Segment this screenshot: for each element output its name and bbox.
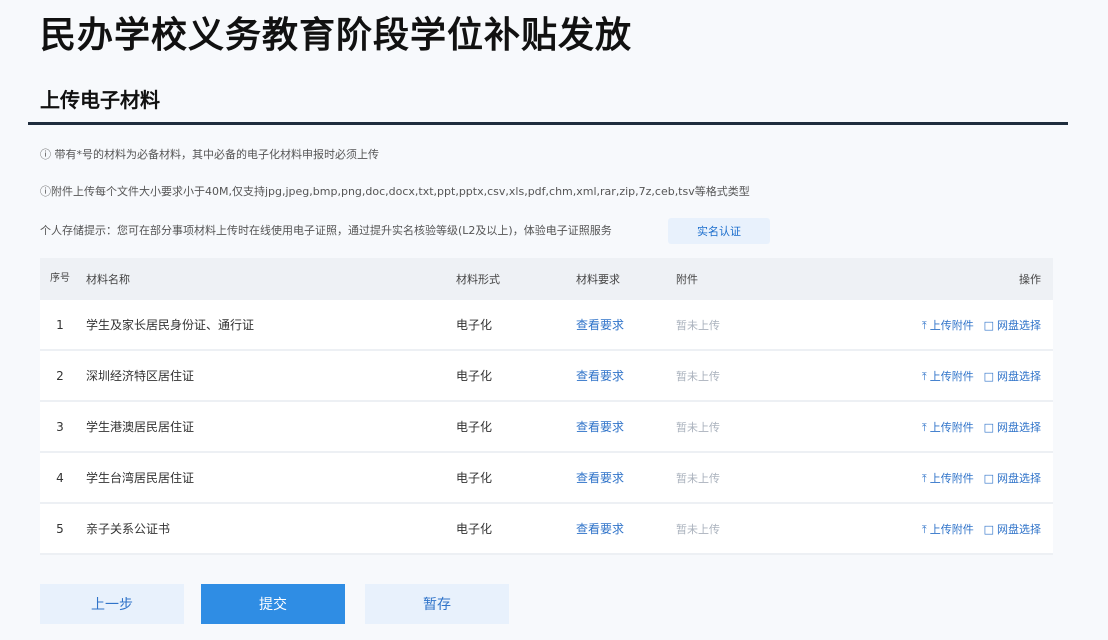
upload-icon: ⤒ xyxy=(921,369,927,383)
view-requirements-link[interactable]: 查看要求 xyxy=(576,420,624,434)
table-header: 序号 材料名称 材料形式 材料要求 附件 操作 xyxy=(40,258,1053,300)
attachment-status: 暂未上传 xyxy=(676,522,720,536)
row-name: 学生港澳居民居住证 xyxy=(86,420,195,434)
cloud-select-link[interactable]: 网盘选择 xyxy=(997,523,1041,536)
table-row: 3 学生港澳居民居住证 电子化 查看要求 暂未上传 ⤒ 上传附件 □ 网盘选择 xyxy=(40,402,1053,453)
folder-icon: □ xyxy=(983,471,994,485)
row-form: 电子化 xyxy=(456,369,493,383)
row-form: 电子化 xyxy=(456,471,493,485)
header-form: 材料形式 xyxy=(456,273,500,286)
note-e-certificate: 个人存储提示：您可在部分事项材料上传时在线使用电子证照，通过提升实名核验等级(L… xyxy=(40,224,612,237)
header-name: 材料名称 xyxy=(86,273,130,286)
upload-icon: ⤒ xyxy=(921,471,927,485)
folder-icon: □ xyxy=(983,369,994,383)
note-file-requirements: ⓘ附件上传每个文件大小要求小于40M,仅支持jpg,jpeg,bmp,png,d… xyxy=(40,185,750,198)
materials-table: 序号 材料名称 材料形式 材料要求 附件 操作 1 学生及家长居民身份证、通行证… xyxy=(40,258,1053,555)
row-form: 电子化 xyxy=(456,522,493,536)
view-requirements-link[interactable]: 查看要求 xyxy=(576,318,624,332)
previous-step-button[interactable]: 上一步 xyxy=(40,584,184,624)
attachment-status: 暂未上传 xyxy=(676,369,720,383)
row-name: 深圳经济特区居住证 xyxy=(86,369,195,383)
submit-button[interactable]: 提交 xyxy=(201,584,345,624)
row-no: 3 xyxy=(56,419,64,434)
attachment-status: 暂未上传 xyxy=(676,318,720,332)
upload-attachment-link[interactable]: 上传附件 xyxy=(930,421,974,434)
upload-attachment-link[interactable]: 上传附件 xyxy=(930,472,974,485)
folder-icon: □ xyxy=(983,522,994,536)
view-requirements-link[interactable]: 查看要求 xyxy=(576,369,624,383)
cloud-select-link[interactable]: 网盘选择 xyxy=(997,370,1041,383)
row-no: 2 xyxy=(56,368,64,383)
upload-icon: ⤒ xyxy=(921,318,927,332)
row-name: 学生及家长居民身份证、通行证 xyxy=(86,318,255,332)
upload-icon: ⤒ xyxy=(921,420,927,434)
table-row: 1 学生及家长居民身份证、通行证 电子化 查看要求 暂未上传 ⤒ 上传附件 □ 网盘… xyxy=(40,300,1053,351)
note-required-materials: ⓘ 带有*号的材料为必备材料，其中必备的电子化材料申报时必须上传 xyxy=(40,148,379,161)
cloud-select-link[interactable]: 网盘选择 xyxy=(997,319,1041,332)
section-title: 上传电子材料 xyxy=(40,88,160,112)
attachment-status: 暂未上传 xyxy=(676,471,720,485)
header-op: 操作 xyxy=(1019,273,1041,286)
folder-icon: □ xyxy=(983,318,994,332)
upload-attachment-link[interactable]: 上传附件 xyxy=(930,370,974,383)
row-form: 电子化 xyxy=(456,420,493,434)
page-title: 民办学校义务教育阶段学位补贴发放 xyxy=(40,15,633,56)
cloud-select-link[interactable]: 网盘选择 xyxy=(997,472,1041,485)
table-row: 5 亲子关系公证书 电子化 查看要求 暂未上传 ⤒ 上传附件 □ 网盘选择 xyxy=(40,504,1053,555)
save-draft-button[interactable]: 暂存 xyxy=(365,584,509,624)
row-no: 1 xyxy=(56,317,64,332)
section-divider xyxy=(28,122,1068,125)
header-att: 附件 xyxy=(676,273,698,286)
table-row: 2 深圳经济特区居住证 电子化 查看要求 暂未上传 ⤒ 上传附件 □ 网盘选择 xyxy=(40,351,1053,402)
header-no: 序号 xyxy=(50,273,70,284)
cloud-select-link[interactable]: 网盘选择 xyxy=(997,421,1041,434)
view-requirements-link[interactable]: 查看要求 xyxy=(576,471,624,485)
view-requirements-link[interactable]: 查看要求 xyxy=(576,522,624,536)
row-no: 5 xyxy=(56,521,64,536)
row-name: 亲子关系公证书 xyxy=(86,522,171,536)
table-row: 4 学生台湾居民居住证 电子化 查看要求 暂未上传 ⤒ 上传附件 □ 网盘选择 xyxy=(40,453,1053,504)
upload-attachment-link[interactable]: 上传附件 xyxy=(930,319,974,332)
row-form: 电子化 xyxy=(456,318,493,332)
row-name: 学生台湾居民居住证 xyxy=(86,471,195,485)
upload-icon: ⤒ xyxy=(921,522,927,536)
folder-icon: □ xyxy=(983,420,994,434)
upload-attachment-link[interactable]: 上传附件 xyxy=(930,523,974,536)
header-req: 材料要求 xyxy=(576,273,620,286)
attachment-status: 暂未上传 xyxy=(676,420,720,434)
row-no: 4 xyxy=(56,470,64,485)
real-name-auth-button[interactable]: 实名认证 xyxy=(668,218,770,244)
